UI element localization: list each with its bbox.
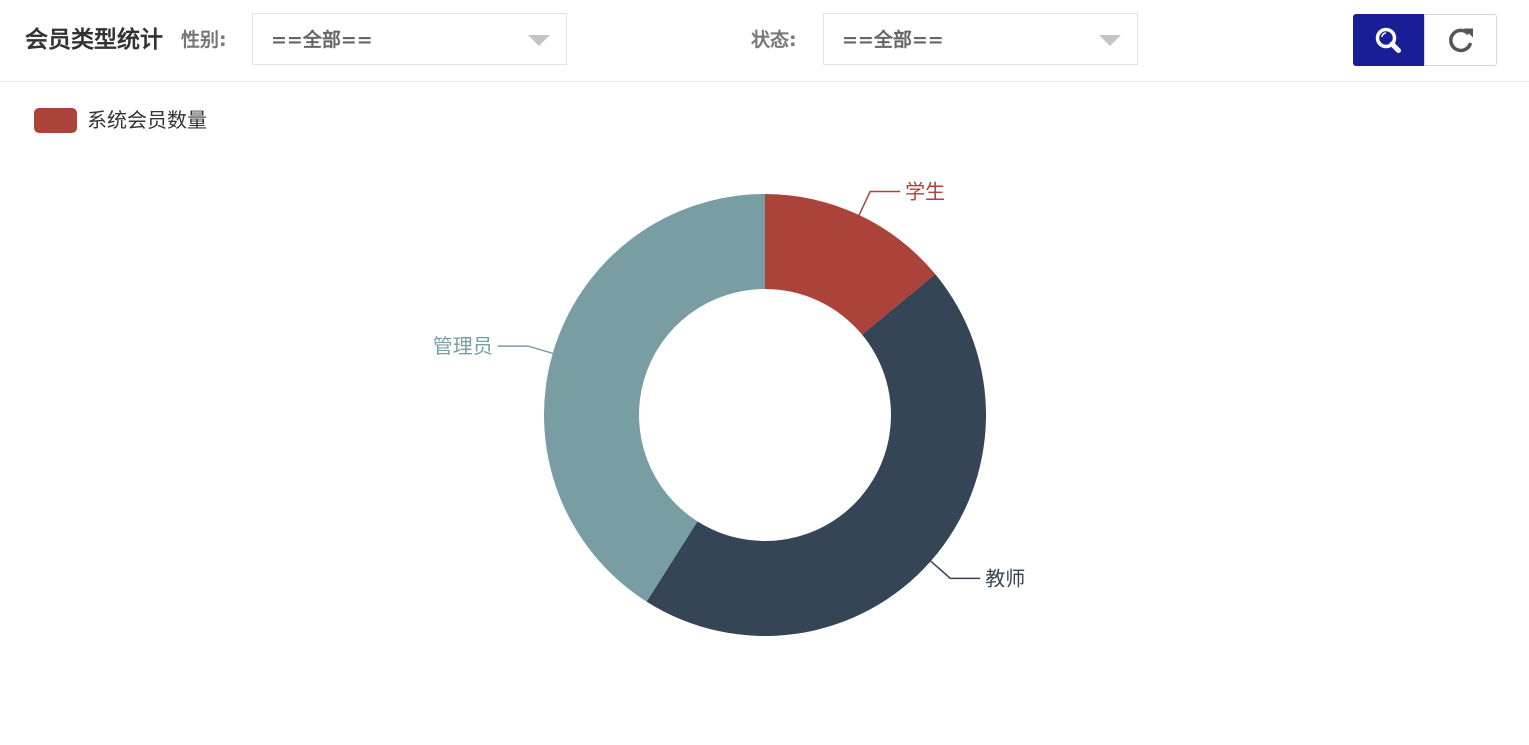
slice-label-2: 管理员 xyxy=(433,334,493,358)
slice-label-1: 教师 xyxy=(985,566,1025,590)
donut-chart: 学生教师 管理员 xyxy=(433,180,1025,637)
label-line-0 xyxy=(856,190,901,219)
pie-slice-1[interactable] xyxy=(646,274,987,637)
label-line-2 xyxy=(497,345,557,356)
label-line-1 xyxy=(927,557,981,580)
slice-label-0: 学生 xyxy=(905,180,945,204)
